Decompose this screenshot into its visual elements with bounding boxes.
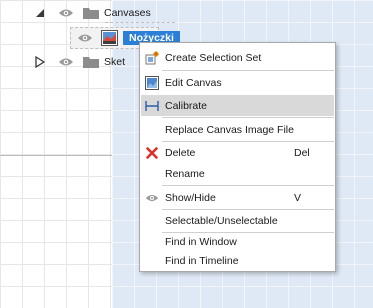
canvases-folder-label: Canvases [104,7,151,19]
menu-item-label: Replace Canvas Image File [165,123,294,136]
menu-item-selectable[interactable]: Selectable/Unselectable [141,210,334,231]
expand-triangle-icon[interactable] [35,56,45,68]
menu-item-label: Calibrate [165,99,208,112]
menu-item-find-in-window[interactable]: Find in Window [141,231,334,252]
eye-icon [145,191,159,205]
sketches-folder-label: Sket [104,56,126,68]
menu-separator [162,185,334,186]
context-menu: Create Selection Set Edit Canvas Calibra… [139,42,336,272]
menu-item-label: Create Selection Set [165,51,262,64]
menu-item-create-selection-set[interactable]: Create Selection Set [141,47,334,68]
menu-separator [162,70,334,71]
delete-icon [145,146,159,160]
menu-item-shortcut: Del [294,146,310,159]
menu-item-edit-canvas[interactable]: Edit Canvas [141,72,334,93]
menu-separator [162,117,334,118]
menu-item-rename[interactable]: Rename [141,163,334,184]
collapse-triangle-icon[interactable] [35,7,45,19]
menu-item-delete[interactable]: Delete Del [141,142,334,163]
menu-item-label: Find in Timeline [165,254,239,267]
menu-item-label: Find in Window [165,235,237,248]
calibrate-icon [145,99,159,113]
menu-item-label: Show/Hide [165,191,216,204]
folder-icon [83,56,99,68]
menu-item-label: Rename [165,167,205,180]
menu-item-label: Selectable/Unselectable [165,214,278,227]
eye-icon[interactable] [77,33,93,43]
eye-icon[interactable] [58,57,74,67]
canvas-image-icon [101,30,118,46]
menu-item-find-in-timeline[interactable]: Find in Timeline [141,250,334,271]
tree-row-sketches[interactable]: Sket [35,52,125,72]
menu-item-replace-image[interactable]: Replace Canvas Image File [141,119,334,140]
folder-icon [83,7,99,19]
menu-item-show-hide[interactable]: Show/Hide V [141,187,334,208]
selection-set-icon [145,50,159,65]
menu-item-label: Edit Canvas [165,76,222,89]
tree-row-canvases[interactable]: Canvases [35,3,151,23]
menu-item-shortcut: V [294,191,302,204]
sketch-line [0,155,112,156]
menu-item-calibrate[interactable]: Calibrate [141,95,334,116]
menu-item-label: Delete [165,146,196,159]
canvas-icon [145,75,159,90]
eye-icon[interactable] [58,8,74,18]
